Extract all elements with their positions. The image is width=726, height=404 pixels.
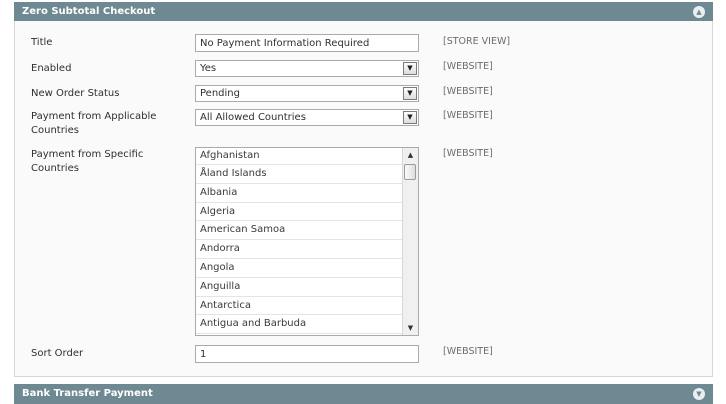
chevron-down-icon[interactable]: ▼	[403, 62, 417, 75]
country-option[interactable]: Algeria	[196, 203, 403, 222]
country-option[interactable]: American Samoa	[196, 221, 403, 241]
enabled-select[interactable]: Yes ▼	[195, 60, 419, 77]
country-option[interactable]: Anguilla	[196, 278, 403, 297]
enabled-label: Enabled	[31, 63, 72, 74]
sort-order-scope: [WEBSITE]	[443, 346, 493, 357]
scroll-down-arrow-icon[interactable]: ▼	[403, 321, 418, 335]
new-order-status-scope: [WEBSITE]	[443, 86, 493, 97]
bank-transfer-payment-header[interactable]: Bank Transfer Payment ▼	[14, 384, 713, 404]
country-option[interactable]: Andorra	[196, 240, 403, 259]
country-option[interactable]: Antarctica	[196, 297, 403, 316]
enabled-scope: [WEBSITE]	[443, 61, 493, 72]
country-option[interactable]: Antigua and Barbuda	[196, 315, 403, 335]
scroll-up-arrow-icon[interactable]: ▲	[403, 148, 418, 162]
scrollbar-thumb[interactable]	[404, 164, 416, 180]
specific-countries-scope: [WEBSITE]	[443, 148, 493, 159]
applicable-countries-selected-value: All Allowed Countries	[200, 112, 306, 123]
country-option[interactable]: Angola	[196, 259, 403, 278]
country-option[interactable]: Åland Islands	[196, 165, 403, 184]
zero-subtotal-checkout-header[interactable]: Zero Subtotal Checkout ▲	[14, 2, 713, 21]
sort-order-label: Sort Order	[31, 348, 84, 359]
new-order-status-label: New Order Status	[31, 88, 120, 99]
collapse-toggle-icon[interactable]: ▲	[693, 6, 705, 18]
section-title: Zero Subtotal Checkout	[22, 6, 156, 17]
sort-order-input[interactable]	[195, 345, 419, 363]
applicable-countries-select[interactable]: All Allowed Countries ▼	[195, 109, 419, 126]
chevron-down-icon[interactable]: ▼	[403, 87, 417, 100]
expand-toggle-icon[interactable]: ▼	[693, 388, 705, 400]
new-order-status-selected-value: Pending	[200, 88, 240, 99]
applicable-countries-label: Payment from Applicable Countries	[31, 111, 157, 136]
applicable-countries-scope: [WEBSITE]	[443, 110, 493, 121]
chevron-down-icon[interactable]: ▼	[403, 111, 417, 124]
country-option[interactable]: Albania	[196, 184, 403, 203]
enabled-selected-value: Yes	[200, 63, 217, 74]
title-label: Title	[31, 37, 53, 48]
new-order-status-select[interactable]: Pending ▼	[195, 85, 419, 102]
country-option[interactable]: Afghanistan	[196, 148, 403, 165]
specific-countries-label: Payment from Specific Countries	[31, 149, 144, 174]
title-input[interactable]	[195, 34, 419, 52]
specific-countries-multiselect[interactable]: Afghanistan Åland Islands Albania Algeria Am…	[195, 147, 419, 336]
section-title: Bank Transfer Payment	[22, 388, 153, 399]
scrollbar[interactable]: ▲ ▼	[402, 148, 418, 335]
title-scope: [STORE VIEW]	[443, 36, 511, 47]
country-options-list: Afghanistan Åland Islands Albania Algeria Am…	[196, 148, 418, 335]
